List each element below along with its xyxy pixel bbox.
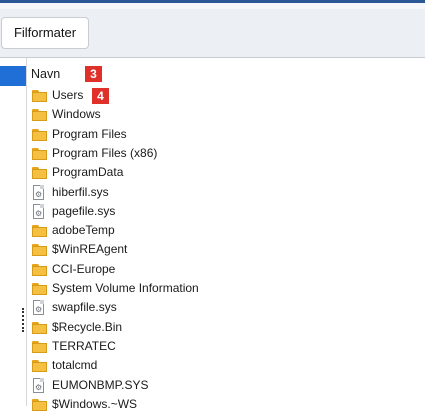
tree-connector: [22, 308, 26, 332]
system-file-icon: ⚙: [32, 184, 48, 200]
list-item[interactable]: ⚙ EUMONBMP.SYS: [28, 376, 425, 395]
list-item[interactable]: ⚙ swapfile.sys: [28, 298, 425, 317]
file-name: CCI-Europe: [52, 261, 116, 276]
system-file-icon: ⚙: [32, 300, 48, 316]
file-name: TERRATEC: [52, 338, 116, 353]
list-item[interactable]: Program Files: [28, 125, 425, 144]
file-name: Program Files: [52, 126, 127, 141]
file-name: totalcmd: [52, 358, 98, 373]
system-file-icon: ⚙: [32, 203, 48, 219]
navigation-selected-item[interactable]: [0, 66, 26, 86]
list-item[interactable]: ⚙ hiberfil.sys: [28, 183, 425, 202]
folder-icon: [32, 88, 48, 103]
file-name: Windows: [52, 107, 101, 122]
folder-icon: [32, 320, 48, 335]
toolbar-divider: [0, 57, 425, 58]
list-item[interactable]: $Windows.~WS: [28, 395, 425, 414]
folder-icon: [32, 358, 48, 373]
callout-badge-4: 4: [92, 88, 109, 104]
window-top-edge: [0, 3, 425, 9]
file-list[interactable]: Navn 3 Users 4 Windows Program Files Program…: [28, 62, 425, 411]
navigation-pane[interactable]: [0, 58, 27, 406]
file-name: ProgramData: [52, 165, 124, 180]
list-item[interactable]: $WinREAgent: [28, 240, 425, 259]
folder-icon: [32, 262, 48, 277]
system-file-icon: ⚙: [32, 377, 48, 393]
list-item[interactable]: Windows: [28, 105, 425, 124]
toolbar: Filformater: [0, 0, 425, 57]
file-name: swapfile.sys: [52, 300, 117, 315]
folder-icon: [32, 223, 48, 238]
list-item[interactable]: TERRATEC: [28, 337, 425, 356]
folder-icon: [32, 397, 48, 412]
list-item[interactable]: Users 4: [28, 86, 425, 105]
folder-icon: [32, 165, 48, 180]
file-name: hiberfil.sys: [52, 184, 109, 199]
list-item[interactable]: adobeTemp: [28, 221, 425, 240]
file-name: System Volume Information: [52, 281, 199, 295]
file-name: $WinREAgent: [52, 242, 128, 257]
folder-icon: [32, 281, 48, 296]
list-item[interactable]: ProgramData: [28, 163, 425, 182]
file-name: adobeTemp: [52, 223, 115, 238]
list-item[interactable]: System Volume Information: [28, 279, 425, 298]
folder-icon: [32, 107, 48, 122]
file-name: $Windows.~WS: [52, 396, 138, 411]
filformater-button[interactable]: Filformater: [1, 17, 89, 49]
file-name: Program Files (x86): [52, 145, 158, 160]
file-name: Users: [52, 88, 84, 102]
folder-icon: [32, 242, 48, 257]
list-item[interactable]: totalcmd: [28, 356, 425, 375]
callout-badge-3: 3: [85, 66, 102, 82]
file-name: EUMONBMP.SYS: [52, 377, 149, 392]
file-name: pagefile.sys: [52, 203, 116, 218]
folder-icon: [32, 127, 48, 142]
folder-icon: [32, 146, 48, 161]
list-item[interactable]: CCI-Europe: [28, 260, 425, 279]
list-item[interactable]: ⚙ pagefile.sys: [28, 202, 425, 221]
list-item[interactable]: $Recycle.Bin: [28, 318, 425, 337]
list-item[interactable]: Program Files (x86): [28, 144, 425, 163]
column-header-label: Navn: [31, 67, 61, 81]
folder-icon: [32, 339, 48, 354]
file-name: $Recycle.Bin: [52, 319, 123, 334]
column-header-name[interactable]: Navn 3: [28, 64, 425, 84]
